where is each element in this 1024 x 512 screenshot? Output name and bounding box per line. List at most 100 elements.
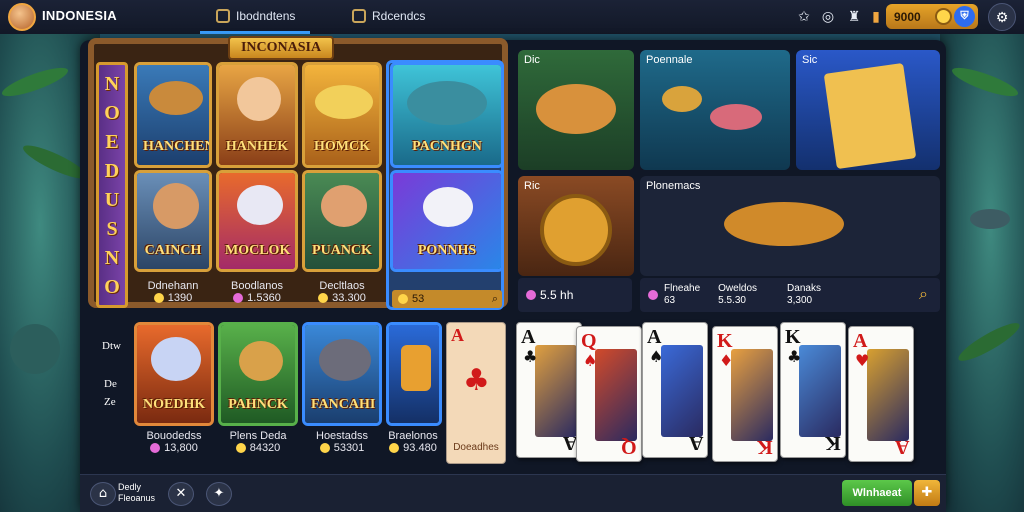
- game-tile-label: PACNHGN: [412, 139, 482, 154]
- playing-card[interactable]: A ♣ A: [516, 322, 582, 458]
- gem-icon: [233, 293, 244, 304]
- card-rank: A: [853, 330, 868, 352]
- nav-tab-2-label: Rdcendcs: [372, 9, 426, 23]
- game-tile-homck[interactable]: HOMCK: [302, 62, 382, 168]
- background-right: [940, 34, 1024, 512]
- stat-label: Oweldos: [718, 283, 758, 294]
- card-face-art: [867, 349, 909, 441]
- stat-2: Oweldos 5.5.30: [718, 283, 757, 307]
- card-rank: Q: [621, 436, 637, 458]
- game-meta-name: Decltlaos: [319, 280, 365, 292]
- game-meta-name: Hoestadss: [316, 430, 368, 442]
- banner-letter: N: [104, 72, 120, 95]
- card-rank: A: [894, 436, 909, 458]
- monitor-icon: [352, 9, 366, 23]
- game-tile-pacnhgn[interactable]: PACNHGN: [390, 62, 504, 168]
- playing-card[interactable]: A ♥ A: [848, 326, 914, 462]
- banner-letter: N: [104, 246, 120, 269]
- stat-label: Flneahe: [664, 283, 701, 294]
- game-meta-name: Bouodedss: [146, 430, 202, 442]
- stat-3: Danaks 3,300: [787, 283, 821, 307]
- game-meta: Braelonos 93.480: [380, 430, 446, 454]
- playing-card[interactable]: K ♣ K: [780, 322, 846, 458]
- card-suit: ♠: [649, 347, 664, 366]
- game-tile-label: HOMCK: [314, 139, 370, 154]
- game-meta-name: Braelonos: [388, 430, 438, 442]
- footer-label-line: Dedly: [118, 482, 142, 492]
- gold-coin-icon: [935, 8, 952, 25]
- game-tile-lantern[interactable]: [386, 322, 442, 426]
- featured-card-4[interactable]: Ric: [518, 176, 634, 276]
- card-back-tile[interactable]: A ♣ Doeadhes: [446, 322, 506, 464]
- game-tile-hanhek[interactable]: HANHEK: [216, 62, 298, 168]
- card-suit: ♣: [523, 347, 538, 366]
- featured-card-5[interactable]: Plonemacs: [640, 176, 940, 276]
- game-tile-moclok[interactable]: MOCLOK: [216, 170, 298, 272]
- game-meta-name: Ddnehann: [147, 280, 199, 292]
- search-icon[interactable]: ⌕: [919, 286, 928, 304]
- vertical-banner: N O E D U S N O: [96, 62, 128, 308]
- featured-card-title: Poennale: [646, 54, 693, 66]
- featured-card-title: Ric: [524, 180, 540, 192]
- featured-card-3[interactable]: Sic: [796, 50, 940, 170]
- star-icon[interactable]: ✩: [796, 9, 812, 25]
- settings-icon[interactable]: ⚙: [988, 3, 1016, 31]
- game-meta: Bouodedss 13,800: [134, 430, 214, 454]
- game-meta-value: 93.480: [403, 442, 437, 454]
- trophy-icon[interactable]: ♜: [846, 9, 862, 25]
- card-face-art: [595, 349, 637, 441]
- card-rank: A: [647, 326, 662, 348]
- game-tile-fancahi[interactable]: FANCAHI: [302, 322, 382, 426]
- game-tile-label: FANCAHI: [311, 397, 376, 412]
- game-meta-value: 53301: [333, 442, 365, 454]
- card-face-art: [731, 349, 773, 441]
- featured-card-1[interactable]: Dic: [518, 50, 634, 170]
- game-tile-cainch[interactable]: CAINCH: [134, 170, 212, 272]
- play-button[interactable]: Wlnhaeat: [842, 480, 912, 506]
- featured-card-title: Sic: [802, 54, 818, 66]
- avatar[interactable]: [8, 3, 36, 31]
- brand-title: INDONESIA: [42, 8, 117, 23]
- swords-icon[interactable]: ✕: [168, 482, 194, 506]
- banner-letter: O: [104, 101, 120, 124]
- playing-card[interactable]: Q ♠ Q: [576, 326, 642, 462]
- game-meta-name: Plens Deda: [229, 430, 287, 442]
- game-tile-label: CAINCH: [144, 243, 202, 258]
- game-tile-ponnhs[interactable]: PONNHS: [390, 170, 504, 272]
- card-face-art: [535, 345, 577, 437]
- stat-value: 5.5.30: [718, 295, 746, 306]
- game-tile-pahnck[interactable]: PAHNCK: [218, 322, 298, 426]
- gift-icon[interactable]: ✚: [914, 480, 940, 506]
- banner-letter: O: [104, 275, 120, 298]
- banner-letter: U: [104, 188, 120, 211]
- nav-tab-2[interactable]: Rdcendcs: [352, 9, 425, 23]
- game-tile-noedhk[interactable]: NOEDHK: [134, 322, 214, 426]
- coin-icon: [153, 293, 164, 304]
- playing-card[interactable]: A ♠ A: [642, 322, 708, 458]
- search-icon[interactable]: ⌕: [492, 290, 498, 308]
- controller-icon[interactable]: ✦: [206, 482, 232, 506]
- card-face-art: [799, 345, 841, 437]
- banner-letter: D: [104, 159, 120, 182]
- game-tile-hanchen[interactable]: HANCHEN: [134, 62, 212, 168]
- info-bar-left[interactable]: 5.5 hh: [518, 278, 632, 312]
- playing-card[interactable]: K ♦ K: [712, 326, 778, 462]
- nav-tab-1[interactable]: Ibodndtens: [216, 9, 295, 23]
- game-tile-label: PUANCK: [312, 243, 372, 258]
- shield-icon[interactable]: ⛨: [954, 6, 975, 27]
- balance-value: 9000: [894, 9, 921, 24]
- game-meta-value: 53: [412, 293, 425, 305]
- stat-value: 63: [664, 295, 676, 306]
- card-rank: A: [688, 432, 703, 454]
- game-meta: Decltlaos 33.300: [302, 280, 382, 304]
- game-meta-bar[interactable]: 53 ⌕: [392, 290, 502, 308]
- frame-title: INCONASIA: [228, 36, 334, 60]
- featured-card-2[interactable]: Poennale: [640, 50, 790, 170]
- home-icon[interactable]: ⌂: [90, 482, 116, 506]
- info-bar-right[interactable]: Flneahe 63 Oweldos 5.5.30 Danaks 3,300 ⌕: [640, 278, 940, 312]
- game-tile-puanck[interactable]: PUANCK: [302, 170, 382, 272]
- card-rank: K: [757, 436, 773, 458]
- balance-display[interactable]: 9000 ⛨: [886, 4, 978, 29]
- game-tile-label: HANHEK: [225, 139, 289, 154]
- globe-icon[interactable]: ◎: [820, 9, 836, 25]
